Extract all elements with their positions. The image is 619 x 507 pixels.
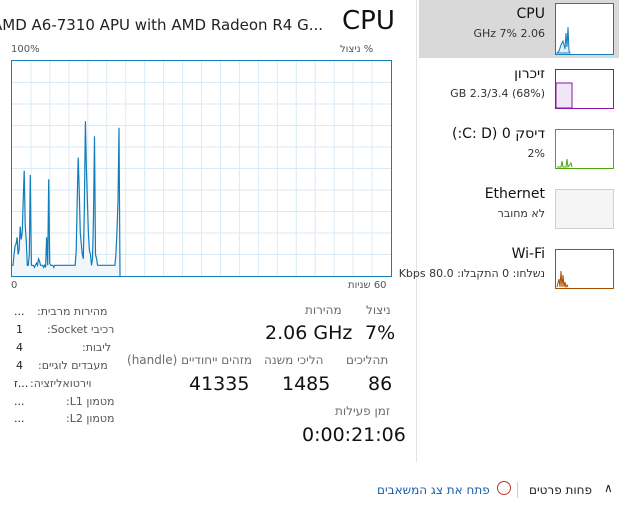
sidebar-item-sub: 2%	[527, 147, 545, 160]
sidebar-item-label: דיסק 0 (C: D:)	[451, 126, 545, 142]
thumbnail-frame	[555, 189, 614, 229]
uptime-value: 0:00:21:06	[302, 424, 406, 446]
utilization-line	[12, 121, 121, 276]
sidebar-item-wifi[interactable]: Wi-Fi נשלחו: 0 התקבלו: 80.0 Kbps	[399, 240, 619, 298]
l2-cache-value: ...	[14, 412, 25, 425]
sidebar-item-sub: לא מחובר	[497, 207, 545, 220]
page-title: CPU	[342, 6, 395, 36]
open-resource-monitor-link[interactable]: פתח את צג המשאבים	[377, 483, 490, 497]
virtualization-value: ז...	[14, 377, 29, 390]
thumbnail-frame	[555, 129, 614, 169]
cpu-utilization-chart	[12, 61, 391, 276]
threads-value: 1485	[282, 373, 331, 395]
l1-cache-label: מטמון L1:	[66, 395, 115, 408]
memory-thumb-fill	[555, 82, 573, 109]
logical-processors-label: מעבדים לוגיים:	[38, 359, 108, 372]
sockets-label: רכיבי Socket:	[47, 323, 115, 336]
thumbnail-frame	[555, 249, 614, 289]
sidebar-item-ethernet[interactable]: Ethernet לא מחובר	[419, 180, 619, 238]
sockets-value: 1	[16, 323, 23, 336]
l1-cache-value: ...	[14, 395, 25, 408]
processes-label: תהליכים	[346, 353, 389, 367]
uptime-label: זמן פעילות	[335, 404, 391, 418]
handles-value: 41335	[189, 373, 250, 395]
graph-max-label: 100%	[11, 44, 40, 55]
sidebar-item-cpu[interactable]: CPU 2.06 GHz 7%	[419, 0, 619, 58]
speed-label: מהירות	[305, 303, 342, 317]
sidebar-item-label: Wi-Fi	[511, 246, 545, 262]
graph-min-label: 0	[11, 280, 18, 291]
sidebar-item-disk[interactable]: דיסק 0 (C: D:) 2%	[419, 120, 619, 178]
ethernet-thumbnail-graph	[555, 189, 614, 229]
sidebar-item-label: CPU	[516, 6, 545, 22]
cores-value: 4	[16, 341, 23, 354]
chevron-up-icon[interactable]: ∧	[604, 481, 613, 495]
cpu-thumbnail-graph	[555, 3, 614, 55]
cpu-model-name: AMD A6-7310 APU with AMD Radeon R4 G...	[0, 16, 323, 34]
graph-time-label: 60 שניות	[348, 280, 387, 291]
handles-label: מזהים ייחודיים (handle)	[127, 353, 253, 367]
disk-thumbnail-graph	[555, 129, 614, 169]
fewer-details-button[interactable]: פחות פרטים	[529, 483, 592, 497]
utilization-value: 7%	[365, 322, 396, 344]
sidebar-item-label: Ethernet	[484, 186, 545, 202]
utilization-label: ניצול	[366, 303, 391, 317]
max-speed-value: ...	[14, 305, 25, 318]
panel-divider	[416, 0, 417, 462]
graph-utilization-label: % ניצול	[340, 44, 374, 55]
sidebar-item-label: זיכרון	[514, 66, 545, 82]
sidebar-item-memory[interactable]: זיכרון (68%) 2.3/3.4 GB	[419, 60, 619, 118]
speed-value: 2.06 GHz	[265, 322, 353, 344]
logical-processors-value: 4	[16, 359, 23, 372]
sidebar-item-sub: 2.06 GHz 7%	[473, 27, 545, 40]
processes-value: 86	[368, 373, 393, 395]
resource-monitor-icon[interactable]	[497, 481, 511, 495]
max-speed-label: מהירות מרבית:	[37, 305, 108, 318]
sidebar-item-sub: (68%) 2.3/3.4 GB	[450, 87, 545, 100]
utilization-area	[12, 121, 120, 276]
l2-cache-label: מטמון L2:	[66, 412, 115, 425]
wifi-thumbnail-graph	[555, 249, 614, 289]
cpu-utilization-graph	[11, 60, 392, 277]
sidebar-item-sub: נשלחו: 0 התקבלו: 80.0 Kbps	[398, 267, 545, 280]
threads-label: הליכי משנה	[264, 353, 324, 367]
memory-thumbnail-graph	[555, 69, 614, 109]
cores-label: ליבות:	[82, 341, 112, 354]
virtualization-label: וירטואליזציה:	[30, 377, 92, 390]
footer-separator	[517, 482, 518, 498]
